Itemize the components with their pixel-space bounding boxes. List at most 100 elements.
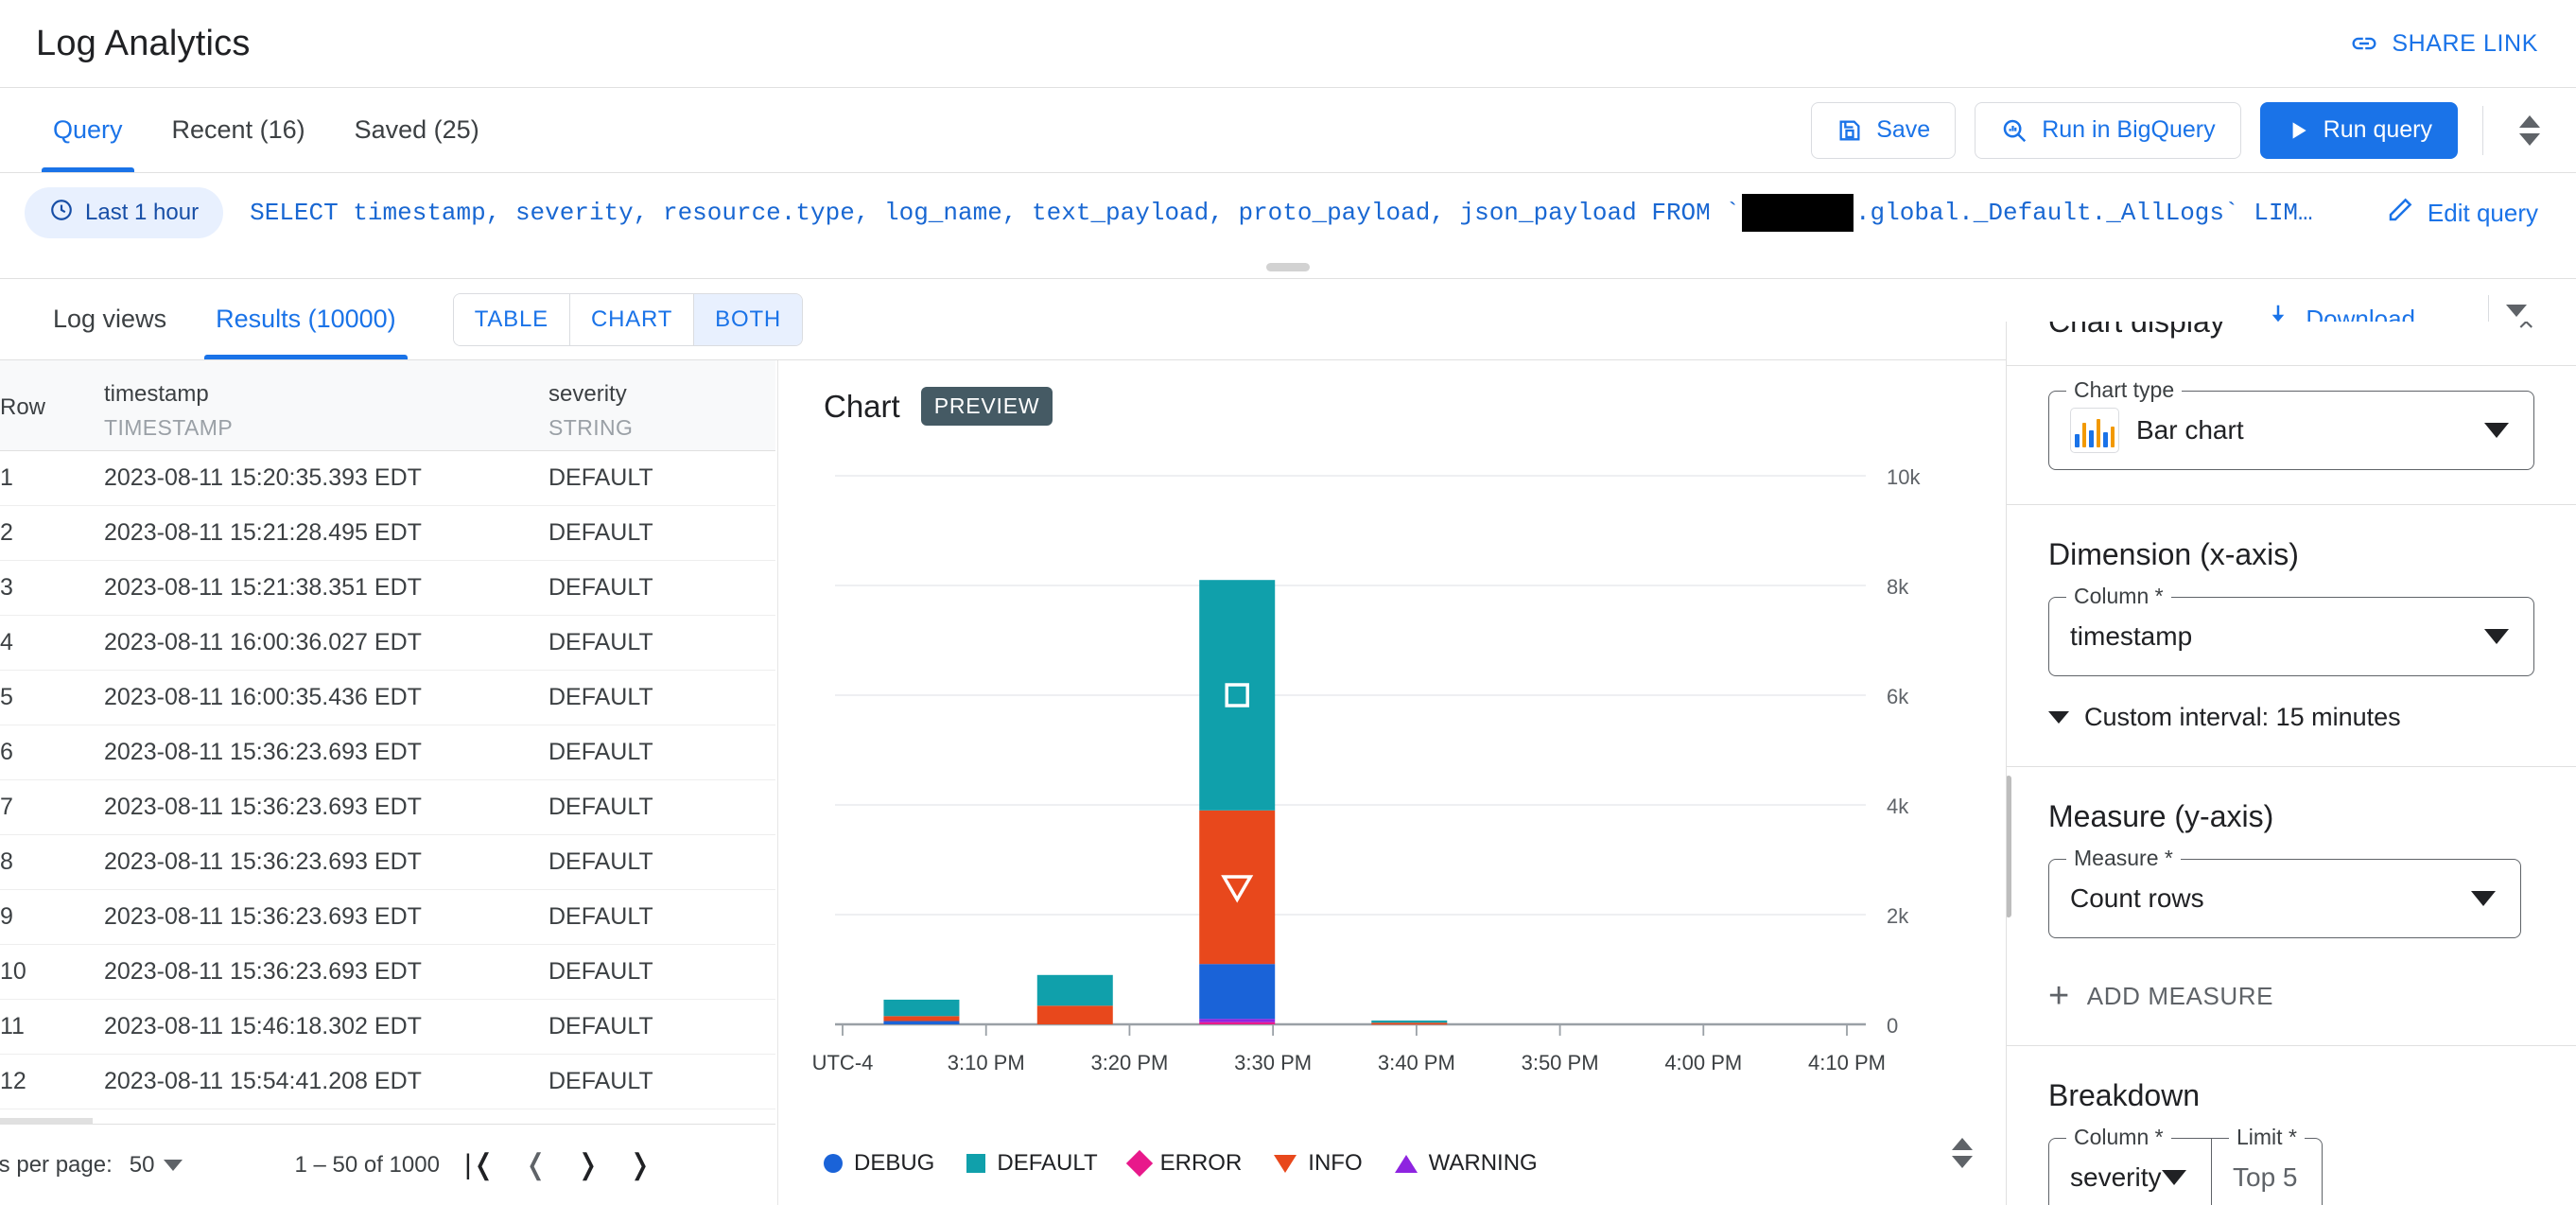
bar-segment[interactable] bbox=[1036, 1005, 1113, 1024]
run-query-button[interactable]: Run query bbox=[2259, 101, 2458, 159]
table-row[interactable]: 9 2023-08-11 15:36:23.693 EDT DEFAULT bbox=[0, 890, 775, 945]
bar-segment[interactable] bbox=[1371, 1022, 1448, 1025]
bar-segment[interactable] bbox=[1036, 974, 1113, 1006]
bar-segment[interactable] bbox=[1199, 964, 1276, 1020]
column-header-severity[interactable]: severity STRING bbox=[548, 360, 775, 450]
bar-segment[interactable] bbox=[1199, 810, 1276, 965]
cell-timestamp: 2023-08-11 15:36:23.693 EDT bbox=[104, 903, 422, 930]
cell-timestamp: 2023-08-11 15:36:23.693 EDT bbox=[104, 958, 422, 985]
sidebar-scrollbar-thumb[interactable] bbox=[2007, 776, 2011, 917]
bar-segment[interactable] bbox=[1199, 1022, 1276, 1024]
bar-segment[interactable] bbox=[883, 1021, 960, 1024]
bar-segment[interactable] bbox=[1371, 1020, 1448, 1023]
table-row[interactable]: 7 2023-08-11 15:36:23.693 EDT DEFAULT bbox=[0, 780, 775, 835]
cell-row: 9 bbox=[0, 903, 13, 930]
table-row[interactable]: 8 2023-08-11 15:36:23.693 EDT DEFAULT bbox=[0, 835, 775, 890]
query-text-after: .global._Default._AllLogs` LIM… bbox=[1854, 199, 2313, 227]
table-row[interactable]: 11 2023-08-11 15:46:18.302 EDT DEFAULT bbox=[0, 1000, 775, 1055]
time-range-chip[interactable]: Last 1 hour bbox=[25, 187, 224, 238]
cell-timestamp: 2023-08-11 16:00:35.436 EDT bbox=[104, 684, 422, 710]
column-header-timestamp-label: timestamp bbox=[104, 381, 209, 407]
page-title: Log Analytics bbox=[36, 23, 251, 63]
legend-item[interactable]: ERROR bbox=[1125, 1149, 1243, 1178]
custom-interval-toggle[interactable]: Custom interval: 15 minutes bbox=[2048, 703, 2534, 732]
table-row[interactable]: 5 2023-08-11 16:00:35.436 EDT DEFAULT bbox=[0, 671, 775, 725]
column-header-row[interactable]: Row bbox=[0, 360, 104, 450]
legend-label: DEBUG bbox=[854, 1150, 935, 1176]
tab-recent-label: Recent (16) bbox=[171, 115, 305, 144]
legend-item[interactable]: INFO bbox=[1274, 1150, 1363, 1177]
table-row[interactable]: 10 2023-08-11 15:36:23.693 EDT DEFAULT bbox=[0, 945, 775, 1000]
legend-diamond-icon bbox=[1125, 1149, 1153, 1178]
legend-item[interactable]: DEFAULT bbox=[966, 1150, 1098, 1177]
tab-log-views[interactable]: Log views bbox=[28, 279, 191, 359]
rows-per-page-label: ows per page: bbox=[0, 1151, 113, 1178]
bar-segment[interactable] bbox=[1199, 1019, 1276, 1022]
view-mode-both[interactable]: BOTH bbox=[694, 293, 803, 345]
sidebar-divider-1 bbox=[2007, 365, 2576, 366]
x-axis-tick-label: 3:10 PM bbox=[948, 1051, 1025, 1074]
cell-severity: DEFAULT bbox=[548, 629, 653, 655]
view-mode-table-label: TABLE bbox=[474, 306, 548, 332]
table-row[interactable]: 12 2023-08-11 15:54:41.208 EDT DEFAULT bbox=[0, 1055, 775, 1109]
tab-results[interactable]: Results (10000) bbox=[191, 279, 421, 359]
cell-timestamp: 2023-08-11 15:36:23.693 EDT bbox=[104, 739, 422, 765]
legend-item[interactable]: DEBUG bbox=[824, 1150, 934, 1177]
edit-query-button[interactable]: Edit query bbox=[2386, 173, 2538, 253]
cell-row: 12 bbox=[0, 1068, 26, 1094]
breakdown-section: Breakdown Column * severity Limit * Top … bbox=[2007, 1078, 2576, 1205]
chart-plot-area[interactable]: 0 2k 4k 6k 8k 10k UTC-4 3:10 PM 3:20 PM 3:30 PM 3:… bbox=[778, 465, 2006, 1128]
cell-timestamp: 2023-08-11 15:21:38.351 EDT bbox=[104, 574, 422, 601]
plus-icon: + bbox=[2048, 976, 2070, 1017]
redacted-project-id bbox=[1741, 194, 1854, 232]
table-paginator: ows per page: 50 1 – 50 of 1000 |❬ ❬ ❭ ❭ bbox=[0, 1124, 775, 1205]
chart-resize-stepper[interactable] bbox=[1941, 1122, 1984, 1184]
breakdown-limit-input[interactable]: Limit * Top 5 bbox=[2211, 1125, 2323, 1205]
cell-severity: DEFAULT bbox=[548, 903, 653, 930]
chart-type-value: Bar chart bbox=[2136, 415, 2244, 445]
table-row[interactable]: 4 2023-08-11 16:00:36.027 EDT DEFAULT bbox=[0, 616, 775, 671]
run-in-bigquery-button[interactable]: Run in BigQuery bbox=[1975, 101, 2241, 159]
view-mode-chart[interactable]: CHART bbox=[569, 293, 695, 345]
rows-per-page-select[interactable]: 50 bbox=[130, 1152, 183, 1179]
cell-timestamp: 2023-08-11 16:00:36.027 EDT bbox=[104, 629, 422, 655]
dimension-column-select[interactable]: Column * timestamp bbox=[2048, 584, 2534, 676]
breakdown-column-select[interactable]: Column * severity bbox=[2048, 1125, 2211, 1205]
next-page-button[interactable]: ❭ bbox=[576, 1148, 600, 1181]
legend-label: ERROR bbox=[1159, 1150, 1243, 1176]
panel-resize-stepper[interactable] bbox=[2508, 99, 2551, 162]
query-text[interactable]: SELECT timestamp, severity, resource.typ… bbox=[250, 194, 2313, 232]
bar-segment[interactable] bbox=[883, 1016, 960, 1022]
prev-page-button[interactable]: ❬ bbox=[524, 1148, 548, 1181]
legend-item[interactable]: WARNING bbox=[1394, 1150, 1538, 1177]
measure-select[interactable]: Measure * Count rows bbox=[2048, 846, 2521, 938]
table-row[interactable]: 3 2023-08-11 15:21:38.351 EDT DEFAULT bbox=[0, 561, 775, 616]
y-axis-tick-label: 6k bbox=[1887, 685, 1909, 708]
chevron-up-icon bbox=[2519, 114, 2540, 128]
cell-timestamp: 2023-08-11 15:36:23.693 EDT bbox=[104, 848, 422, 875]
first-page-button[interactable]: |❬ bbox=[464, 1148, 496, 1181]
cell-timestamp: 2023-08-11 15:21:28.495 EDT bbox=[104, 519, 422, 546]
bar-segment[interactable] bbox=[883, 999, 960, 1017]
bar-segment[interactable] bbox=[1199, 580, 1276, 811]
save-button[interactable]: Save bbox=[1811, 101, 1957, 159]
breakdown-column-value: severity bbox=[2070, 1162, 2162, 1192]
pane-splitter-handle[interactable] bbox=[1266, 263, 1310, 271]
bar-chart-icon bbox=[2070, 408, 2119, 453]
share-link-button[interactable]: SHARE LINK bbox=[2350, 29, 2538, 58]
table-row[interactable]: 1 2023-08-11 15:20:35.393 EDT DEFAULT bbox=[0, 451, 775, 506]
tab-recent[interactable]: Recent (16) bbox=[148, 88, 330, 172]
custom-interval-label: Custom interval: 15 minutes bbox=[2084, 703, 2401, 731]
cell-row: 2 bbox=[0, 519, 13, 546]
tab-query[interactable]: Query bbox=[28, 88, 148, 172]
chevron-down-icon bbox=[2048, 711, 2069, 724]
last-page-button[interactable]: ❭ bbox=[628, 1148, 652, 1181]
tab-saved[interactable]: Saved (25) bbox=[330, 88, 504, 172]
table-row[interactable]: 2 2023-08-11 15:21:28.495 EDT DEFAULT bbox=[0, 506, 775, 561]
close-icon[interactable]: × bbox=[2517, 322, 2534, 339]
column-header-timestamp[interactable]: timestamp TIMESTAMP bbox=[104, 360, 548, 450]
add-measure-button[interactable]: + ADD MEASURE bbox=[2048, 976, 2534, 1017]
table-row[interactable]: 6 2023-08-11 15:36:23.693 EDT DEFAULT bbox=[0, 725, 775, 780]
chart-type-select[interactable]: Chart type Bar chart bbox=[2048, 377, 2534, 470]
view-mode-table[interactable]: TABLE bbox=[453, 293, 570, 345]
